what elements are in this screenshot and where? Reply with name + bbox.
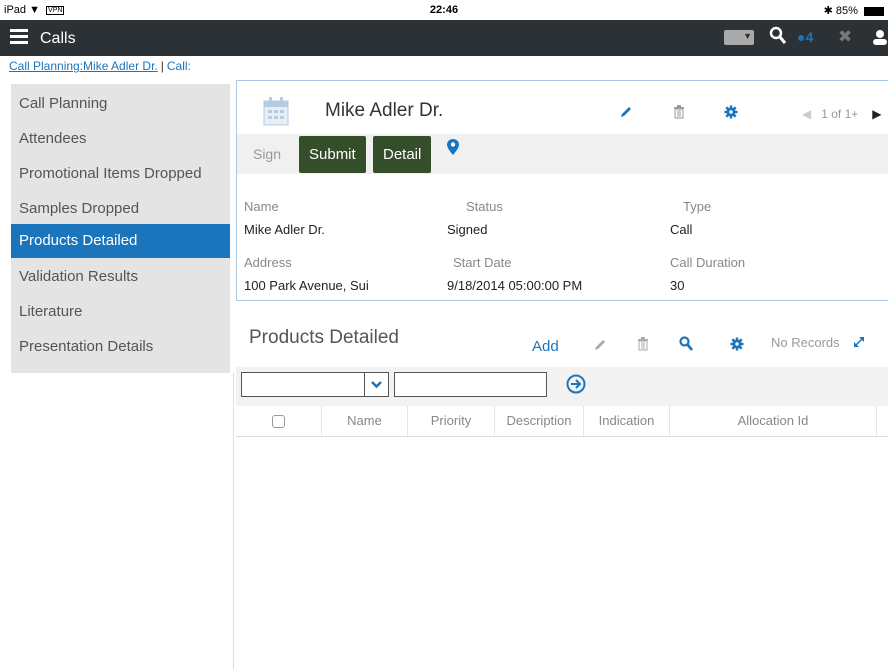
record-title: Mike Adler Dr. xyxy=(325,100,444,121)
sidebar-item-products-detailed[interactable]: Products Detailed xyxy=(11,224,230,258)
address-value: 100 Park Avenue, Sui xyxy=(244,278,369,293)
breadcrumb-call[interactable]: Call: xyxy=(167,59,191,73)
status-value: Signed xyxy=(447,222,488,237)
menu-icon[interactable] xyxy=(10,29,28,45)
record-toolbar: Sign Submit Detail xyxy=(237,134,888,174)
chat-icon[interactable]: ●4 xyxy=(797,29,813,45)
sidebar-item-samples-dropped[interactable]: Samples Dropped xyxy=(11,192,230,226)
related-list-sidebar: Call Planning Attendees Promotional Item… xyxy=(11,84,230,373)
delete-icon[interactable] xyxy=(637,337,649,356)
column-header-name[interactable]: Name xyxy=(322,406,408,436)
sidebar-item-literature[interactable]: Literature xyxy=(11,295,230,329)
map-pin-icon[interactable] xyxy=(447,139,459,160)
go-arrow-icon[interactable] xyxy=(566,374,586,399)
breadcrumb: Call Planning:Mike Adler Dr. | Call: xyxy=(9,59,191,73)
call-duration-label: Call Duration xyxy=(670,255,746,270)
column-header-allocation-id[interactable]: Allocation Id xyxy=(670,406,877,436)
expand-icon[interactable] xyxy=(852,335,866,354)
pager-next-icon[interactable]: ▶ xyxy=(872,107,881,121)
select-all-cell xyxy=(236,406,322,436)
start-date-value: 9/18/2014 05:00:00 PM xyxy=(447,278,583,293)
pager: ◀ 1 of 1+ ▶ xyxy=(802,107,882,121)
calendar-icon xyxy=(263,96,289,126)
nav-title: Calls xyxy=(40,30,76,47)
type-label: Type xyxy=(683,199,712,214)
sign-button[interactable]: Sign xyxy=(245,141,289,167)
column-header-indication[interactable]: Indication xyxy=(584,406,670,436)
detail-button[interactable]: Detail xyxy=(373,136,432,173)
bluetooth-icon: ✱ xyxy=(823,5,833,17)
address-label: Address xyxy=(244,255,292,270)
ios-status-bar: iPad ▼ VPN 22:46 ✱ 85% xyxy=(0,0,888,20)
card-toggle-icon[interactable]: ▼ xyxy=(724,30,754,45)
filter-value-input[interactable] xyxy=(394,372,547,397)
submit-button[interactable]: Submit xyxy=(299,136,366,173)
name-label: Name xyxy=(244,199,279,214)
edit-icon[interactable] xyxy=(619,105,633,122)
breadcrumb-call-planning[interactable]: Call Planning:Mike Adler Dr. xyxy=(9,59,158,73)
pager-text: 1 of 1+ xyxy=(821,107,859,121)
delete-icon[interactable] xyxy=(673,105,685,122)
chevron-down-icon[interactable] xyxy=(364,373,388,396)
top-nav-bar: Calls ▼ ●4 ✖ xyxy=(0,20,888,56)
call-duration-value: 30 xyxy=(670,278,685,293)
sidebar-item-validation-results[interactable]: Validation Results xyxy=(11,260,230,294)
filter-field-select[interactable] xyxy=(241,372,389,397)
sidebar-item-promotional-items[interactable]: Promotional Items Dropped xyxy=(11,157,230,191)
column-header-description[interactable]: Description xyxy=(495,406,584,436)
sidebar-item-presentation-details[interactable]: Presentation Details xyxy=(11,330,230,364)
table-header: Name Priority Description Indication All… xyxy=(236,406,888,437)
tools-icon[interactable]: ✖ xyxy=(838,27,852,47)
status-label: Status xyxy=(466,199,503,214)
add-button[interactable]: Add xyxy=(532,338,559,355)
start-date-label: Start Date xyxy=(453,255,512,270)
status-right: ✱ 85% xyxy=(824,4,884,17)
breadcrumb-separator: | xyxy=(160,59,164,73)
type-value: Call xyxy=(670,222,693,237)
name-value: Mike Adler Dr. xyxy=(244,222,325,237)
record-card: Mike Adler Dr. ◀ 1 of 1+ ▶ Sign Submit Det… xyxy=(236,80,888,301)
settings-gear-icon[interactable] xyxy=(730,337,744,356)
search-icon[interactable] xyxy=(679,336,694,357)
status-time: 22:46 xyxy=(429,4,459,16)
battery-percent: 85% xyxy=(835,5,858,17)
products-detailed-title: Products Detailed xyxy=(249,327,399,348)
filter-bar xyxy=(236,367,888,406)
settings-gear-icon[interactable] xyxy=(724,105,738,122)
sidebar-item-attendees[interactable]: Attendees xyxy=(11,122,230,156)
sidebar-item-call-planning[interactable]: Call Planning xyxy=(11,87,230,121)
user-icon[interactable] xyxy=(872,28,888,46)
column-divider xyxy=(233,373,234,669)
battery-icon xyxy=(864,6,884,16)
select-all-checkbox[interactable] xyxy=(272,415,285,428)
no-records-label: No Records xyxy=(771,335,840,350)
chat-badge-count: 4 xyxy=(805,29,814,45)
edit-icon[interactable] xyxy=(593,338,607,357)
search-icon[interactable] xyxy=(769,26,787,51)
pager-prev-icon[interactable]: ◀ xyxy=(802,107,811,121)
column-header-priority[interactable]: Priority xyxy=(408,406,495,436)
